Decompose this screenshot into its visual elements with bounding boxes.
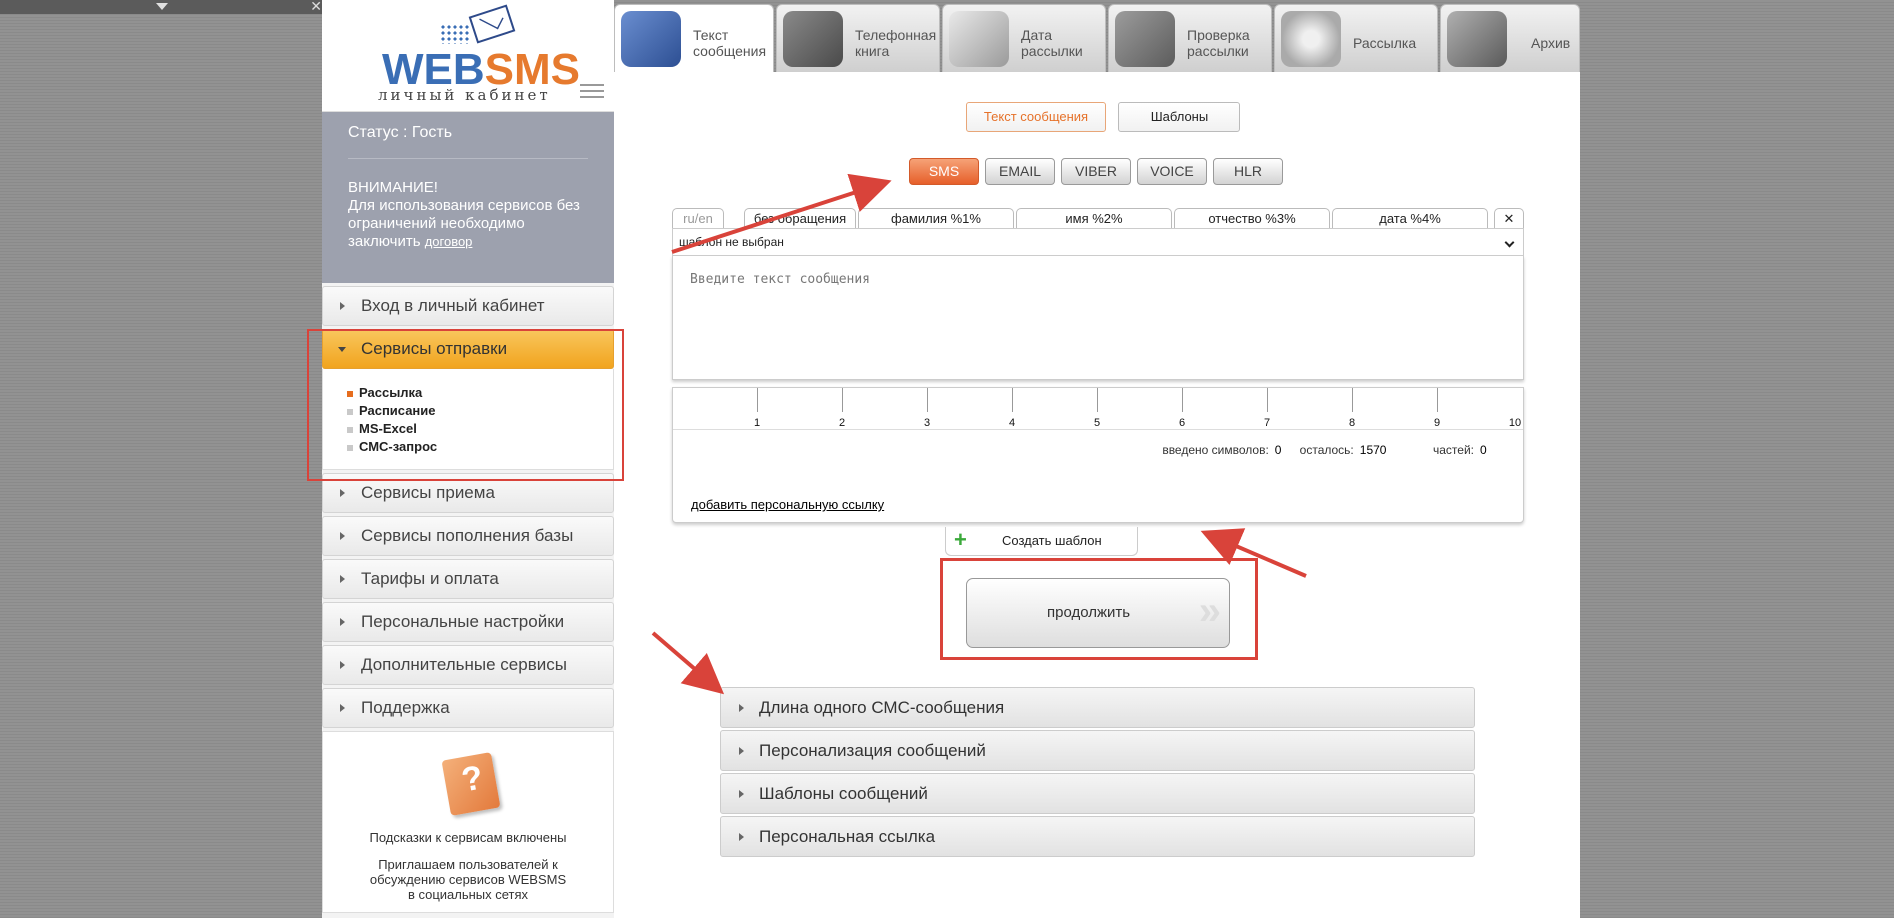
- caret-right-icon: [739, 747, 744, 755]
- sidebar-item-base-services[interactable]: Сервисы пополнения базы: [322, 516, 614, 556]
- ruler-mark: 1: [753, 417, 761, 429]
- plus-icon: +: [954, 527, 967, 552]
- tab-send-date[interactable]: Дата рассылки: [942, 4, 1106, 72]
- ruler-mark: 6: [1178, 417, 1186, 429]
- tab-phone-book[interactable]: Телефонная книга: [776, 4, 940, 72]
- help-book-icon[interactable]: ?: [436, 752, 501, 822]
- channel-email[interactable]: EMAIL: [985, 158, 1055, 185]
- sidebar-item-personal-settings[interactable]: Персональные настройки: [322, 602, 614, 642]
- char-counters: введено символов: 0 осталось: 1570 частей:…: [1162, 443, 1487, 457]
- ruler-mark: 10: [1508, 417, 1522, 429]
- disc-icon: [1281, 11, 1341, 67]
- hints-panel: ? Подсказки к сервисам включены Приглаша…: [322, 731, 614, 913]
- envelope-icon: [468, 4, 516, 44]
- notice: ВНИМАНИЕ! Для использования сервисов без…: [348, 179, 588, 251]
- ruler-mark: 9: [1433, 417, 1441, 429]
- accordion-personal-link[interactable]: Персональная ссылка: [720, 816, 1475, 857]
- social-invite-text: Приглашаем пользователей к обсуждению се…: [369, 857, 567, 902]
- accordion-sms-length[interactable]: Длина одного СМС-сообщения: [720, 687, 1475, 728]
- tab-archive[interactable]: Архив: [1440, 4, 1580, 72]
- keyboard-icon: [621, 11, 681, 67]
- continue-button[interactable]: продолжить »: [966, 578, 1230, 648]
- sidebar-item-extra-services[interactable]: Дополнительные сервисы: [322, 645, 614, 685]
- logo-dots: [440, 24, 470, 44]
- create-template-button[interactable]: + Создать шаблон: [945, 527, 1138, 556]
- sidebar-item-tariffs[interactable]: Тарифы и оплата: [322, 559, 614, 599]
- text-message-button[interactable]: Текст сообщения: [966, 102, 1106, 132]
- logo-subtitle: личный кабинет: [378, 86, 551, 104]
- template-select[interactable]: шаблон не выбран: [672, 228, 1524, 256]
- templates-button[interactable]: Шаблоны: [1118, 102, 1241, 132]
- sidebar-item-login[interactable]: Вход в личный кабинет: [322, 286, 614, 326]
- channel-viber[interactable]: VIBER: [1061, 158, 1131, 185]
- add-personal-link[interactable]: добавить персональную ссылку: [691, 497, 884, 512]
- channel-sms[interactable]: SMS: [909, 158, 979, 185]
- calendar-clock-icon: [949, 11, 1009, 67]
- var-tab-patronymic[interactable]: отчество %3%: [1174, 208, 1330, 229]
- ruler-mark: 5: [1093, 417, 1101, 429]
- message-editor: ru/en без обращения фамилия %1% имя %2% …: [672, 208, 1524, 523]
- var-tab-name[interactable]: имя %2%: [1016, 208, 1172, 229]
- channel-buttons: SMS EMAIL VIBER VOICE HLR: [909, 158, 1289, 185]
- entered-count: 0: [1274, 443, 1282, 457]
- var-tab-surname[interactable]: фамилия %1%: [858, 208, 1014, 229]
- accordion-personalization[interactable]: Персонализация сообщений: [720, 730, 1475, 771]
- message-textarea[interactable]: Введите текст сообщения: [672, 256, 1524, 380]
- user-status: Статус : Гость: [348, 122, 588, 159]
- close-icon[interactable]: ✕: [310, 0, 322, 15]
- var-tab-no-address[interactable]: без обращения: [744, 208, 856, 229]
- wizard-tabs: Текст сообщения Телефонная книга Дата ра…: [614, 4, 1580, 72]
- ruler-mark: 7: [1263, 417, 1271, 429]
- tab-mailing[interactable]: Рассылка: [1274, 4, 1438, 72]
- tab-check-mailing[interactable]: Проверка рассылки: [1108, 4, 1272, 72]
- help-accordion: Длина одного СМС-сообщения Персонализаци…: [720, 687, 1475, 859]
- ruler-mark: 2: [838, 417, 846, 429]
- caret-right-icon: [340, 489, 345, 497]
- left-count: 1570: [1359, 443, 1387, 457]
- ruler-mark: 4: [1008, 417, 1016, 429]
- accordion-templates[interactable]: Шаблоны сообщений: [720, 773, 1475, 814]
- archive-box-icon: [1447, 11, 1507, 67]
- caret-right-icon: [340, 302, 345, 310]
- parts-count: 0: [1480, 443, 1487, 457]
- hamburger-menu-icon[interactable]: [580, 84, 604, 100]
- variable-tabs: ru/en без обращения фамилия %1% имя %2% …: [672, 208, 1524, 229]
- ruler-mark: 3: [923, 417, 931, 429]
- dropdown-arrow-icon[interactable]: [156, 3, 168, 10]
- main-panel: Текст сообщения Телефонная книга Дата ра…: [614, 0, 1580, 918]
- sidebar-item-support[interactable]: Поддержка: [322, 688, 614, 728]
- double-chevron-icon: »: [1198, 589, 1221, 633]
- counter-panel: 1 2 3 4 5 6 7 8 9 10 введено символов: 0 …: [672, 387, 1524, 523]
- ruler-mark: 8: [1348, 417, 1356, 429]
- caret-right-icon: [340, 704, 345, 712]
- content-area: Текст сообщения Шаблоны SMS EMAIL VIBER VOI…: [614, 72, 1580, 918]
- caret-right-icon: [739, 704, 744, 712]
- browser-strip: ✕: [0, 0, 326, 14]
- mode-switch: Текст сообщения Шаблоны: [966, 102, 1241, 132]
- caret-right-icon: [739, 790, 744, 798]
- channel-hlr[interactable]: HLR: [1213, 158, 1283, 185]
- var-tab-date[interactable]: дата %4%: [1332, 208, 1488, 229]
- close-icon[interactable]: ✕: [1494, 208, 1524, 229]
- ru-en-toggle[interactable]: ru/en: [672, 208, 724, 229]
- caret-right-icon: [340, 618, 345, 626]
- tab-message-text[interactable]: Текст сообщения: [614, 4, 774, 72]
- caret-right-icon: [739, 833, 744, 841]
- caret-right-icon: [340, 661, 345, 669]
- contract-link[interactable]: договор: [425, 234, 473, 249]
- hints-enabled-text: Подсказки к сервисам включены: [369, 830, 567, 845]
- caret-right-icon: [340, 532, 345, 540]
- chevron-down-icon: [1504, 237, 1515, 248]
- price-check-icon: [1115, 11, 1175, 67]
- status-block: Статус : Гость ВНИМАНИЕ! Для использован…: [322, 112, 614, 283]
- caret-right-icon: [340, 575, 345, 583]
- phone-book-icon: [783, 11, 843, 67]
- notice-title: ВНИМАНИЕ!: [348, 179, 438, 196]
- annotation-box-sending-services: [307, 329, 624, 481]
- length-ruler: 1 2 3 4 5 6 7 8 9 10: [673, 388, 1523, 430]
- logo[interactable]: WEBSMS личный кабинет: [322, 0, 614, 112]
- channel-voice[interactable]: VOICE: [1137, 158, 1207, 185]
